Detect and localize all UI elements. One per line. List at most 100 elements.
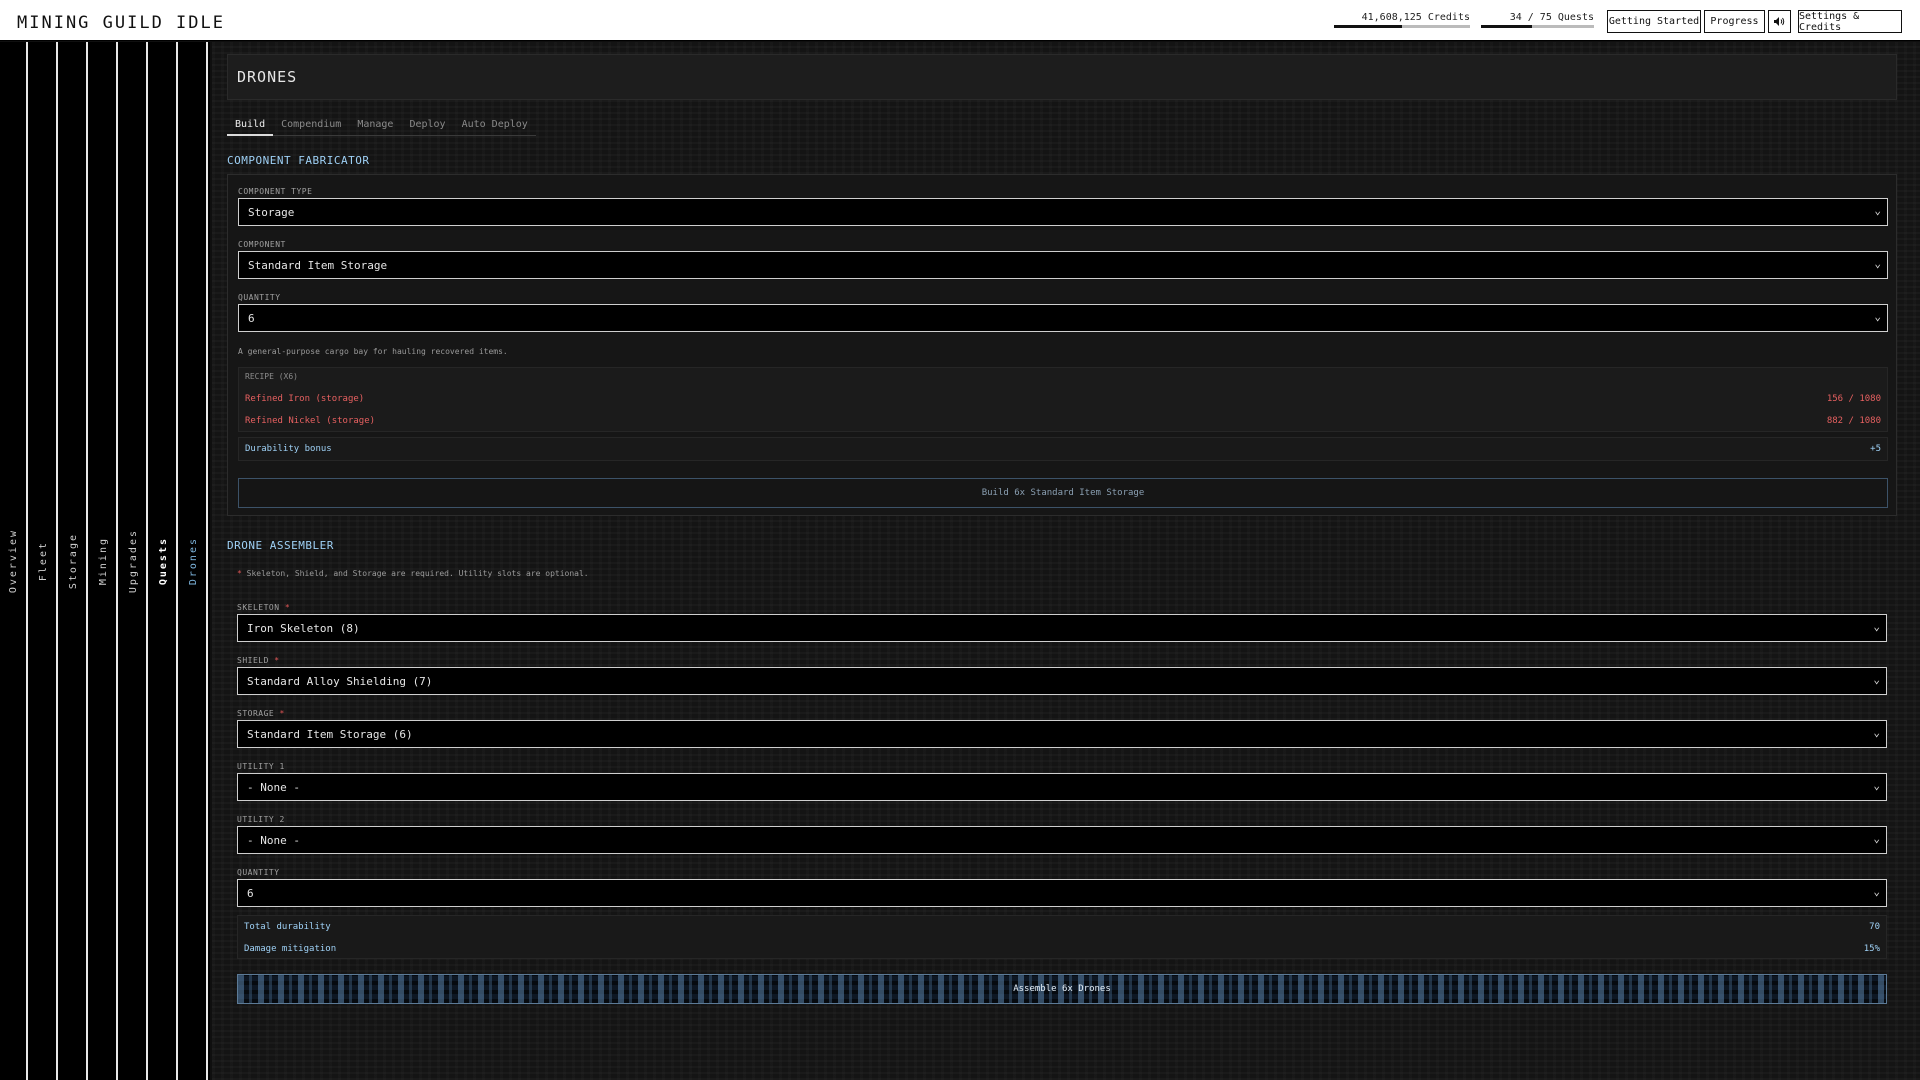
sidebar-item-label: Overview <box>7 528 19 594</box>
chevron-down-icon: ⌄ <box>1873 885 1880 898</box>
utility1-select[interactable]: - None - ⌄ <box>237 773 1887 801</box>
component-label: COMPONENT <box>238 240 286 249</box>
recipe-row: Refined Iron (storage) 156 / 1080 <box>245 394 1881 404</box>
required-marker: * <box>274 656 280 665</box>
stat-label: Durability bonus <box>245 444 332 454</box>
credits-stat: 41,608,125 Credits <box>1334 12 1470 28</box>
main-content: DRONES Build Compendium Manage Deploy Au… <box>212 42 1920 1080</box>
tab-deploy[interactable]: Deploy <box>401 116 453 136</box>
stat-row: Total durability 70 <box>244 922 1880 932</box>
sidebar: Overview Fleet Storage Mining Upgrades Q… <box>0 42 210 1080</box>
component-type-label: COMPONENT TYPE <box>238 187 313 196</box>
sidebar-item-upgrades[interactable]: Upgrades <box>120 42 148 1080</box>
sidebar-item-label: Mining <box>97 536 109 586</box>
stat-row: Durability bonus +5 <box>245 444 1881 454</box>
credits-progress-bar <box>1334 25 1470 28</box>
assembler-quantity-select[interactable]: 6 ⌄ <box>237 879 1887 907</box>
storage-select[interactable]: Standard Item Storage (6) ⌄ <box>237 720 1887 748</box>
quantity-label: QUANTITY <box>238 293 281 302</box>
component-value: Standard Item Storage <box>248 258 388 272</box>
recipe-box: RECIPE (X6) Refined Iron (storage) 156 /… <box>238 367 1888 432</box>
tab-auto-deploy[interactable]: Auto Deploy <box>454 116 536 136</box>
sidebar-item-label: Upgrades <box>127 528 139 594</box>
sidebar-item-overview[interactable]: Overview <box>0 42 28 1080</box>
top-bar: MINING GUILD IDLE 41,608,125 Credits 34 … <box>0 0 1920 41</box>
stat-value: 15% <box>1863 944 1880 954</box>
settings-credits-button[interactable]: Settings & Credits <box>1798 10 1902 33</box>
chevron-down-icon: ⌄ <box>1873 673 1880 686</box>
sound-toggle-button[interactable] <box>1768 10 1791 33</box>
assemble-button[interactable]: Assemble 6x Drones <box>237 974 1887 1004</box>
recipe-header: RECIPE (X6) <box>245 372 298 381</box>
sidebar-item-label: Fleet <box>37 540 49 582</box>
getting-started-button[interactable]: Getting Started <box>1607 10 1701 33</box>
sidebar-item-mining[interactable]: Mining <box>90 42 118 1080</box>
recipe-amount: 882 / 1080 <box>1826 416 1881 426</box>
stat-value: 70 <box>1869 922 1880 932</box>
component-type-value: Storage <box>248 205 295 219</box>
stat-value: +5 <box>1870 444 1881 454</box>
fabricator-quantity-select[interactable]: 6 ⌄ <box>238 304 1888 332</box>
recipe-name: Refined Nickel (storage) <box>245 416 376 426</box>
chevron-down-icon: ⌄ <box>1874 310 1881 323</box>
shield-select[interactable]: Standard Alloy Shielding (7) ⌄ <box>237 667 1887 695</box>
shield-value: Standard Alloy Shielding (7) <box>247 674 433 688</box>
sidebar-item-label: Storage <box>67 532 79 590</box>
chevron-down-icon: ⌄ <box>1874 204 1881 217</box>
skeleton-value: Iron Skeleton (8) <box>247 621 360 635</box>
quests-stat: 34 / 75 Quests <box>1481 12 1594 28</box>
fabricator-title: COMPONENT FABRICATOR <box>227 154 370 167</box>
component-type-select[interactable]: Storage ⌄ <box>238 198 1888 226</box>
utility2-select[interactable]: - None - ⌄ <box>237 826 1887 854</box>
stat-row: Damage mitigation 15% <box>244 944 1880 954</box>
assembler-quantity-label: QUANTITY <box>237 868 280 877</box>
storage-label: STORAGE * <box>237 709 285 718</box>
utility2-value: - None - <box>247 833 300 847</box>
storage-value: Standard Item Storage (6) <box>247 727 413 741</box>
assembler-title: DRONE ASSEMBLER <box>227 539 334 552</box>
stat-label: Total durability <box>244 922 331 932</box>
recipe-amount: 156 / 1080 <box>1826 394 1881 404</box>
chevron-down-icon: ⌄ <box>1873 726 1880 739</box>
skeleton-label: SKELETON * <box>237 603 290 612</box>
sidebar-item-label: Quests <box>157 536 169 586</box>
assembler-panel: SKELETON * Iron Skeleton (8) ⌄ SHIELD * … <box>227 558 1897 1058</box>
storage-label-text: STORAGE <box>237 709 275 718</box>
app-title: MINING GUILD IDLE <box>17 13 225 33</box>
utility2-label: UTILITY 2 <box>237 815 285 824</box>
recipe-name: Refined Iron (storage) <box>245 394 365 404</box>
progress-button[interactable]: Progress <box>1704 10 1765 33</box>
fabricator-panel: COMPONENT TYPE Storage ⌄ COMPONENT Stand… <box>227 174 1897 516</box>
build-button[interactable]: Build 6x Standard Item Storage <box>238 478 1888 508</box>
shield-label: SHIELD * <box>237 656 280 665</box>
chevron-down-icon: ⌄ <box>1873 620 1880 633</box>
skeleton-select[interactable]: Iron Skeleton (8) ⌄ <box>237 614 1887 642</box>
speaker-icon <box>1774 17 1785 26</box>
drone-stats: Total durability 70 Damage mitigation 15… <box>237 915 1887 959</box>
required-marker: * <box>279 709 285 718</box>
utility1-label: UTILITY 1 <box>237 762 285 771</box>
quests-label: 34 / 75 Quests <box>1509 12 1594 23</box>
quests-progress-bar <box>1481 25 1594 28</box>
credits-progress-fill <box>1334 25 1402 28</box>
page-title: DRONES <box>227 54 1897 100</box>
recipe-row: Refined Nickel (storage) 882 / 1080 <box>245 416 1881 426</box>
tab-compendium[interactable]: Compendium <box>273 116 349 136</box>
sidebar-item-label: Drones <box>187 536 199 586</box>
skeleton-label-text: SKELETON <box>237 603 280 612</box>
sidebar-item-fleet[interactable]: Fleet <box>30 42 58 1080</box>
chevron-down-icon: ⌄ <box>1873 779 1880 792</box>
sidebar-item-storage[interactable]: Storage <box>60 42 88 1080</box>
chevron-down-icon: ⌄ <box>1873 832 1880 845</box>
required-marker: * <box>284 603 291 612</box>
utility1-value: - None - <box>247 780 300 794</box>
shield-label-text: SHIELD <box>237 656 269 665</box>
assembler-quantity-value: 6 <box>247 886 254 900</box>
component-select[interactable]: Standard Item Storage ⌄ <box>238 251 1888 279</box>
sidebar-item-drones[interactable]: Drones <box>180 42 208 1080</box>
sidebar-item-quests[interactable]: Quests <box>150 42 178 1080</box>
durability-bonus-row: Durability bonus +5 <box>238 437 1888 461</box>
tab-manage[interactable]: Manage <box>349 116 401 136</box>
credits-label: 41,608,125 Credits <box>1361 12 1470 23</box>
tab-build[interactable]: Build <box>227 116 274 136</box>
